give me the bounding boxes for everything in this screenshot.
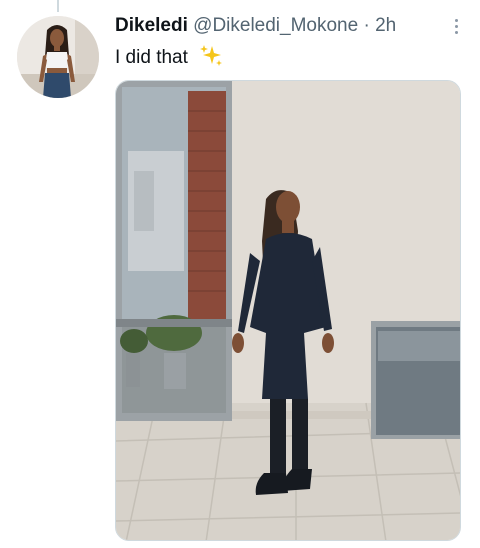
timestamp[interactable]: 2h (375, 15, 396, 36)
tweet-header: Dikeledi @Dikeledi_Mokone · 2h (115, 14, 460, 38)
tweet-text: I did that (115, 43, 223, 74)
sparkles-icon (199, 43, 223, 74)
photo-image (116, 81, 460, 540)
tweet-text-content: I did that (115, 47, 188, 68)
separator-dot: · (363, 15, 370, 36)
display-name[interactable]: Dikeledi (115, 15, 188, 36)
thread-line (57, 0, 59, 12)
more-dot-icon (454, 30, 458, 34)
avatar[interactable] (17, 16, 99, 98)
avatar-photo (17, 16, 99, 98)
more-options-button[interactable] (448, 14, 464, 38)
more-dot-icon (454, 18, 458, 22)
more-dot-icon (454, 24, 458, 28)
tweet-photo[interactable] (115, 80, 461, 541)
user-handle[interactable]: @Dikeledi_Mokone (193, 15, 358, 36)
